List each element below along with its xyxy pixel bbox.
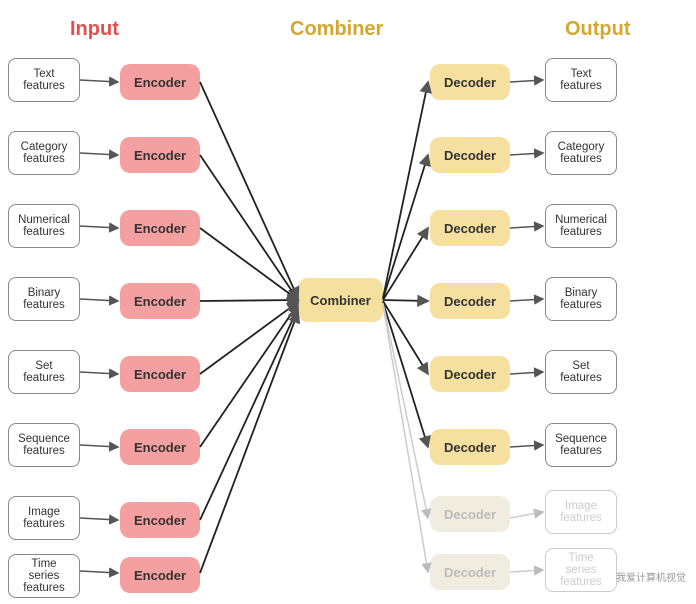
input-sequence-features: Sequence features (8, 423, 80, 467)
encoder-5: Encoder (120, 356, 200, 392)
input-category-features: Category features (8, 131, 80, 175)
arrow-dec3-out3 (510, 226, 543, 228)
arrow-enc8-combiner (200, 312, 298, 573)
output-timeseries-features: Time series features (545, 548, 617, 592)
output-set-features: Set features (545, 350, 617, 394)
arrow-dec7-out7 (510, 512, 543, 518)
arrow-combiner-dec4 (383, 300, 428, 301)
decoder-7: Decoder (430, 496, 510, 532)
input-set-features: Set features (8, 350, 80, 394)
arrow-enc3-combiner (200, 228, 298, 300)
encoder-7: Encoder (120, 502, 200, 538)
decoder-8: Decoder (430, 554, 510, 590)
arrow-enc7-combiner (200, 308, 298, 520)
output-numerical-features: Numerical features (545, 204, 617, 248)
combiner-box: Combiner (298, 278, 383, 322)
encoder-8: Encoder (120, 557, 200, 593)
decoder-2: Decoder (430, 137, 510, 173)
decoder-1: Decoder (430, 64, 510, 100)
output-binary-features: Binary features (545, 277, 617, 321)
title-combiner: Combiner (290, 18, 383, 41)
output-image-features: Image features (545, 490, 617, 534)
arrow-dec4-out4 (510, 299, 543, 301)
input-timeseries-features: Time series features (8, 554, 80, 598)
arrow-combiner-dec6 (383, 302, 428, 447)
arrow-combiner-dec1 (383, 82, 428, 298)
arrow-input6-encoder6 (80, 445, 118, 447)
arrow-input8-encoder8 (80, 571, 118, 573)
output-category-features: Category features (545, 131, 617, 175)
arrow-enc6-combiner (200, 304, 298, 447)
arrow-input4-encoder4 (80, 299, 118, 301)
diagram: Input Combiner Output Text features Enco… (0, 0, 696, 604)
arrow-input1-encoder1 (80, 80, 118, 82)
input-binary-features: Binary features (8, 277, 80, 321)
decoder-4: Decoder (430, 283, 510, 319)
arrow-combiner-dec8 (383, 305, 428, 572)
decoder-6: Decoder (430, 429, 510, 465)
arrow-combiner-dec7 (383, 303, 428, 518)
output-sequence-features: Sequence features (545, 423, 617, 467)
input-image-features: Image features (8, 496, 80, 540)
input-numerical-features: Numerical features (8, 204, 80, 248)
arrow-combiner-dec5 (383, 301, 428, 374)
encoder-1: Encoder (120, 64, 200, 100)
arrow-enc5-combiner (200, 302, 298, 374)
arrow-combiner-dec2 (383, 155, 428, 299)
decoder-5: Decoder (430, 356, 510, 392)
decoder-3: Decoder (430, 210, 510, 246)
arrow-combiner-dec3 (383, 228, 428, 300)
encoder-6: Encoder (120, 429, 200, 465)
arrow-dec1-out1 (510, 80, 543, 82)
watermark: 我爱计算机视觉 (616, 569, 686, 584)
input-text-features: Text features (8, 58, 80, 102)
title-output: Output (565, 18, 631, 41)
output-text-features: Text features (545, 58, 617, 102)
arrow-dec2-out2 (510, 153, 543, 155)
arrow-enc4-combiner (200, 300, 298, 301)
arrow-input2-encoder2 (80, 153, 118, 155)
encoder-3: Encoder (120, 210, 200, 246)
title-input: Input (70, 18, 119, 41)
arrow-input5-encoder5 (80, 372, 118, 374)
arrow-input3-encoder3 (80, 226, 118, 228)
arrow-enc1-combiner (200, 82, 298, 298)
arrow-input7-encoder7 (80, 518, 118, 520)
arrow-dec5-out5 (510, 372, 543, 374)
arrow-dec8-out8 (510, 570, 543, 572)
encoder-4: Encoder (120, 283, 200, 319)
arrow-dec6-out6 (510, 445, 543, 447)
arrow-enc2-combiner (200, 155, 298, 300)
encoder-2: Encoder (120, 137, 200, 173)
